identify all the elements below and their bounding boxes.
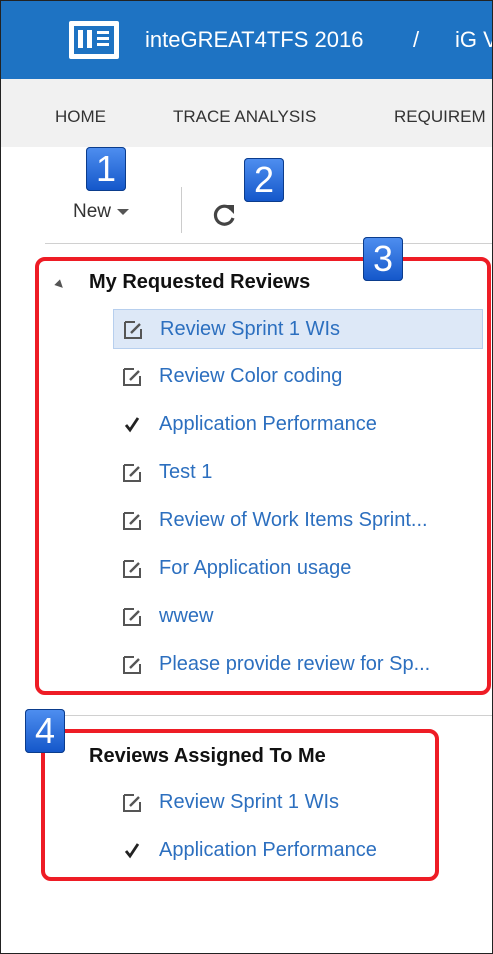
list-item-review[interactable]: Application Performance bbox=[113, 831, 483, 871]
refresh-icon[interactable] bbox=[211, 201, 239, 229]
section-divider bbox=[45, 715, 492, 716]
list-item-label: Please provide review for Sp... bbox=[159, 653, 431, 675]
chevron-down-icon bbox=[117, 208, 130, 215]
list-item-review[interactable]: Review of Work Items Sprint... bbox=[113, 501, 483, 541]
edit-icon bbox=[123, 464, 141, 482]
list-item-review[interactable]: Please provide review for Sp... bbox=[113, 645, 483, 685]
breadcrumb-separator: / bbox=[413, 27, 420, 52]
list-item-label: Test 1 bbox=[159, 461, 213, 483]
edit-icon bbox=[123, 608, 141, 626]
app-window: inteGREAT4TFS 2016 / iG V HOME TRACE ANA… bbox=[0, 0, 493, 954]
list-item-label: wwew bbox=[159, 605, 214, 627]
list-item-label: Application Performance bbox=[159, 839, 377, 861]
edit-icon bbox=[123, 560, 141, 578]
edit-icon bbox=[123, 368, 141, 386]
edit-icon bbox=[124, 321, 142, 339]
tab-requirements[interactable]: REQUIREM bbox=[394, 107, 486, 127]
list-item-review[interactable]: Test 1 bbox=[113, 453, 483, 493]
list-item-review[interactable]: Application Performance bbox=[113, 405, 483, 445]
list-item-label: Review Color coding bbox=[159, 365, 343, 387]
breadcrumb-project[interactable]: iG V bbox=[455, 27, 492, 53]
list-item-review[interactable]: Review Sprint 1 WIs bbox=[113, 309, 483, 349]
list-item-review[interactable]: Review Sprint 1 WIs bbox=[113, 783, 483, 823]
list-item-label: For Application usage bbox=[159, 557, 352, 579]
top-header: inteGREAT4TFS 2016 / iG V bbox=[1, 1, 492, 79]
toolbar-divider-line bbox=[45, 243, 492, 244]
list-item-label: Review Sprint 1 WIs bbox=[160, 318, 341, 340]
tab-home[interactable]: HOME bbox=[55, 107, 106, 127]
edit-icon bbox=[123, 656, 141, 674]
list-item-label: Review of Work Items Sprint... bbox=[159, 509, 428, 531]
main-nav: HOME TRACE ANALYSIS REQUIREM bbox=[1, 79, 492, 147]
callout-badge-4: 4 bbox=[25, 709, 65, 753]
new-button[interactable]: New bbox=[73, 201, 130, 223]
callout-badge-3: 3 bbox=[363, 237, 403, 281]
app-logo-icon[interactable] bbox=[69, 21, 119, 59]
list-item-review[interactable]: wwew bbox=[113, 597, 483, 637]
tab-trace-analysis[interactable]: TRACE ANALYSIS bbox=[173, 107, 316, 127]
callout-badge-1: 1 bbox=[86, 147, 126, 191]
list-item-review[interactable]: For Application usage bbox=[113, 549, 483, 589]
section-title-my-requested-reviews[interactable]: My Requested Reviews bbox=[89, 271, 310, 294]
edit-icon bbox=[123, 512, 141, 530]
toolbar-divider bbox=[181, 187, 182, 233]
checkmark-icon bbox=[124, 843, 140, 859]
new-button-label: New bbox=[73, 201, 112, 222]
section-title-reviews-assigned-to-me[interactable]: Reviews Assigned To Me bbox=[89, 745, 326, 768]
app-title[interactable]: inteGREAT4TFS 2016 bbox=[145, 27, 363, 53]
list-item-label: Application Performance bbox=[159, 413, 377, 435]
callout-badge-2: 2 bbox=[244, 158, 284, 202]
list-item-review[interactable]: Review Color coding bbox=[113, 357, 483, 397]
edit-icon bbox=[123, 794, 141, 812]
list-item-label: Review Sprint 1 WIs bbox=[159, 791, 340, 813]
checkmark-icon bbox=[124, 417, 140, 433]
